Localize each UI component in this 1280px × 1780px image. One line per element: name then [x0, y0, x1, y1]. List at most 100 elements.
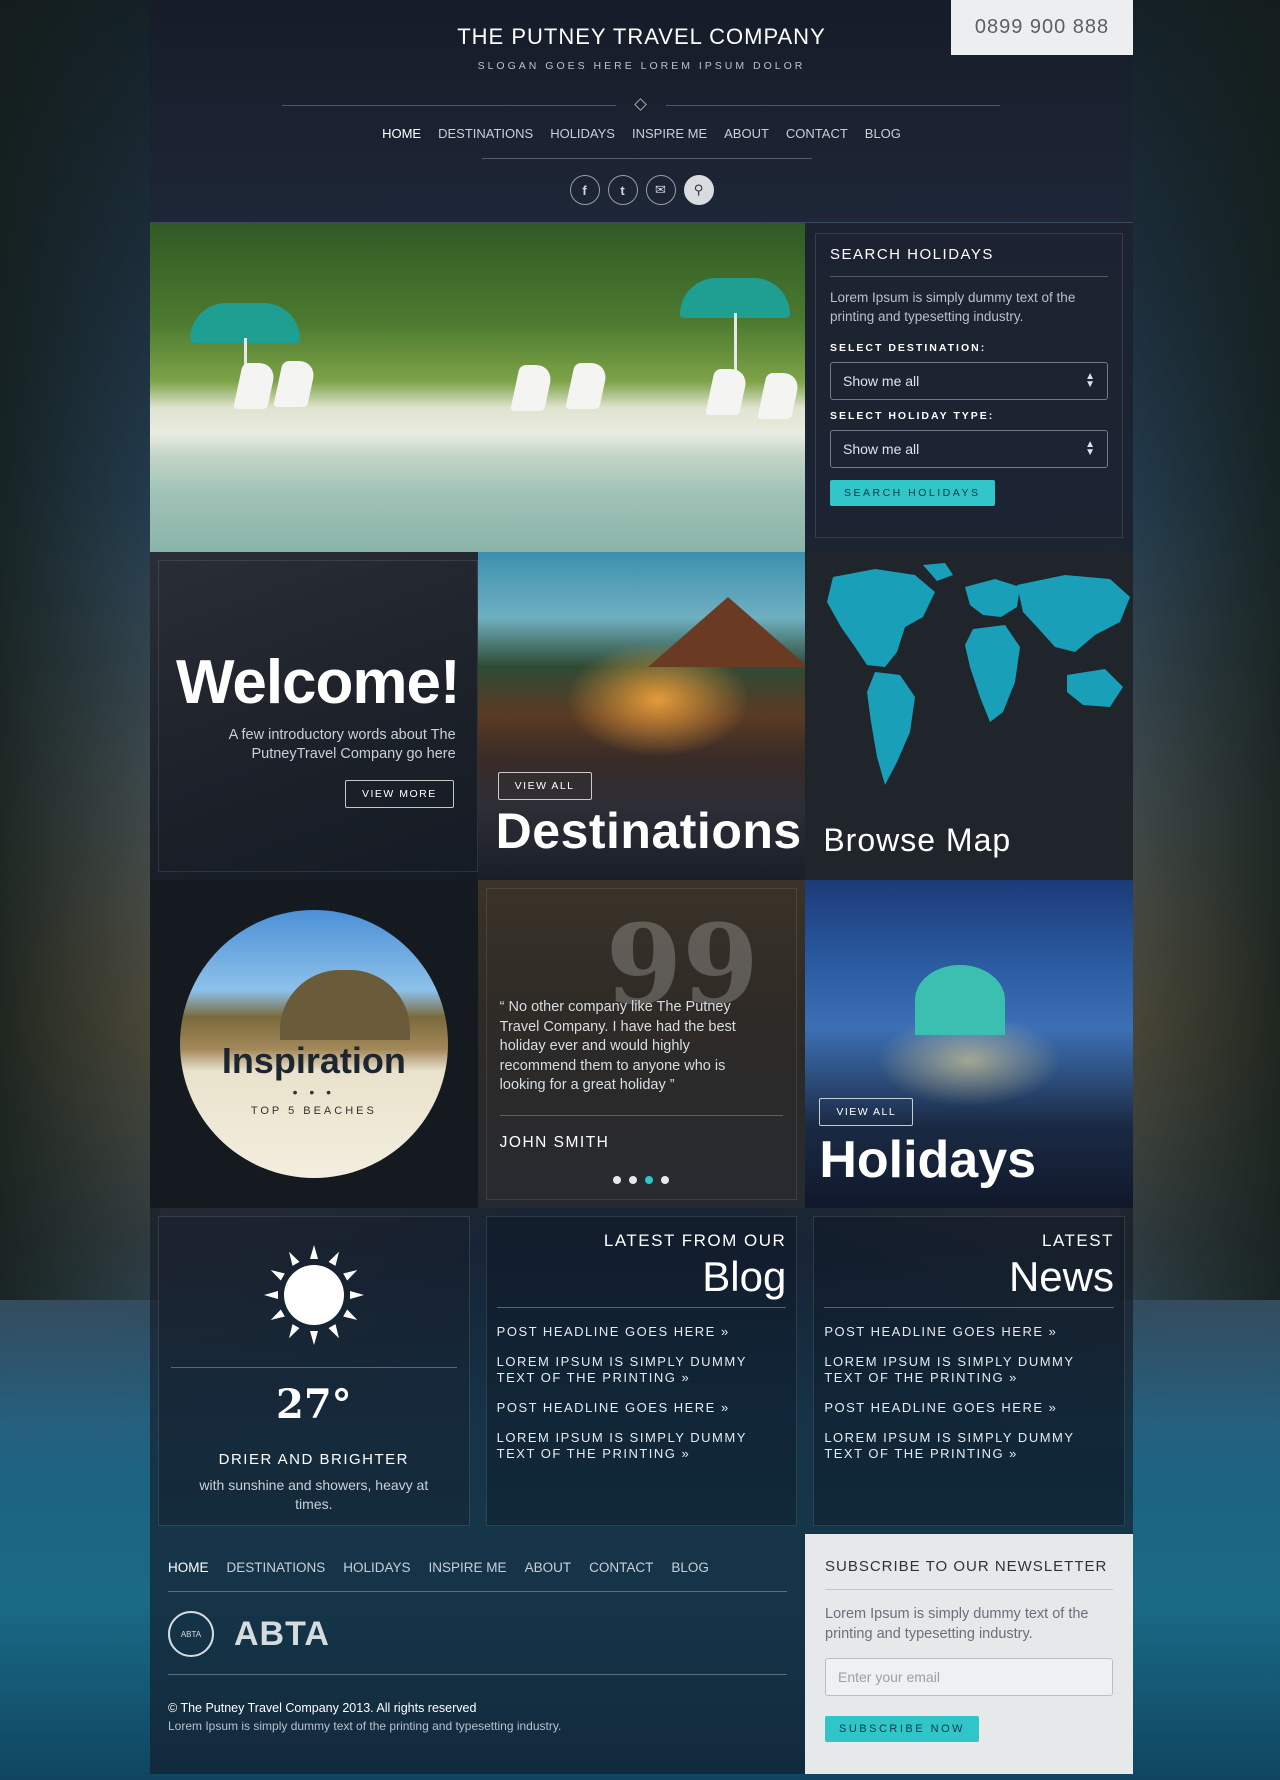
site-header: THE PUTNEY TRAVEL COMPANY SLOGAN GOES HE… — [150, 0, 1133, 222]
browse-map-tile[interactable]: Browse Map — [805, 552, 1133, 880]
welcome-title: Welcome! — [175, 648, 461, 717]
holidays-view-all-button[interactable]: VIEW ALL — [819, 1098, 914, 1126]
testimonial-divider — [499, 1115, 784, 1116]
copyright: © The Putney Travel Company 2013. All ri… — [168, 1701, 477, 1715]
holidays-title: Holidays — [819, 1131, 1037, 1189]
browse-map-title: Browse Map — [823, 822, 1012, 858]
nav-home[interactable]: HOME — [382, 126, 421, 141]
background-palm-left — [0, 0, 160, 1300]
inspiration-subtitle: TOP 5 BEACHES — [250, 1105, 377, 1117]
news-post-link[interactable]: LOREM IPSUM IS SIMPLY DUMMY TEXT OF THE … — [824, 1430, 1114, 1462]
slide-dot[interactable] — [613, 1176, 622, 1184]
news-title[interactable]: News — [824, 1253, 1114, 1301]
hero-section: SEARCH HOLIDAYS Lorem Ipsum is simply du… — [150, 222, 1133, 553]
holiday-type-value: Show me all — [843, 441, 920, 457]
destinations-view-all-button[interactable]: VIEW ALL — [497, 772, 592, 800]
slide-dot-active[interactable] — [645, 1176, 654, 1184]
news-divider — [824, 1307, 1114, 1308]
beach-chair — [565, 363, 609, 409]
subscribe-button[interactable]: SUBSCRIBE NOW — [825, 1716, 980, 1742]
newsletter-title: SUBSCRIBE TO OUR NEWSLETTER — [825, 1558, 1113, 1590]
nav-holidays[interactable]: HOLIDAYS — [550, 126, 615, 141]
footer-nav-blog[interactable]: BLOG — [671, 1560, 709, 1575]
phone-number[interactable]: 0899 900 888 — [951, 0, 1133, 55]
header-divider-right — [666, 105, 1000, 106]
newsletter-email-input[interactable]: Enter your email — [825, 1658, 1113, 1696]
inspiration-tile[interactable]: Inspiration • • • TOP 5 BEACHES — [150, 880, 478, 1208]
inspiration-title: Inspiration — [221, 1040, 406, 1081]
beach-hut-shape — [280, 970, 410, 1040]
holiday-type-label: SELECT HOLIDAY TYPE: — [830, 410, 995, 422]
newsletter-description: Lorem Ipsum is simply dummy text of the … — [825, 1606, 1089, 1642]
sun-icon — [264, 1245, 364, 1345]
header-diamond-ornament — [634, 98, 647, 111]
site-slogan: SLOGAN GOES HERE LOREM IPSUM DOLOR — [477, 60, 806, 72]
mosque-dome-shape — [915, 965, 1006, 1035]
site-footer: HOME DESTINATIONS HOLIDAYS INSPIRE ME AB… — [150, 1534, 1133, 1774]
holidays-tile[interactable]: VIEW ALL Holidays — [805, 880, 1133, 1208]
blog-post-link[interactable]: LOREM IPSUM IS SIMPLY DUMMY TEXT OF THE … — [497, 1430, 787, 1462]
footer-main: HOME DESTINATIONS HOLIDAYS INSPIRE ME AB… — [150, 1534, 805, 1774]
accreditation-logos: ABTA ABTA — [168, 1610, 787, 1658]
news-post-link[interactable]: POST HEADLINE GOES HERE » — [824, 1324, 1114, 1340]
blog-feed: LATEST FROM OUR Blog POST HEADLINE GOES … — [485, 1216, 798, 1526]
search-icon[interactable]: ⚲ — [683, 175, 714, 205]
world-map-icon — [827, 563, 1131, 785]
nav-blog[interactable]: BLOG — [865, 126, 901, 141]
select-arrows-icon: ▲ ▼ — [1085, 439, 1095, 458]
newsletter-panel: SUBSCRIBE TO OUR NEWSLETTER Lorem Ipsum … — [805, 1534, 1133, 1774]
search-holidays-panel: SEARCH HOLIDAYS Lorem Ipsum is simply du… — [805, 223, 1133, 553]
testimonial-pagination — [478, 1176, 806, 1184]
blog-divider — [496, 1307, 787, 1308]
search-holidays-button[interactable]: SEARCH HOLIDAYS — [830, 480, 995, 506]
slide-dot[interactable] — [661, 1176, 670, 1184]
blog-kicker: LATEST FROM OUR — [603, 1231, 787, 1250]
news-post-link[interactable]: LOREM IPSUM IS SIMPLY DUMMY TEXT OF THE … — [824, 1354, 1114, 1386]
slide-dot[interactable] — [629, 1176, 638, 1184]
blog-list: POST HEADLINE GOES HERE » LOREM IPSUM IS… — [497, 1324, 787, 1462]
page-container: THE PUTNEY TRAVEL COMPANY SLOGAN GOES HE… — [150, 0, 1133, 1780]
news-list: POST HEADLINE GOES HERE » LOREM IPSUM IS… — [824, 1324, 1114, 1462]
select-arrows-icon: ▲ ▼ — [1085, 371, 1095, 390]
weather-divider — [171, 1367, 457, 1368]
beach-chair — [233, 363, 277, 409]
footer-nav: HOME DESTINATIONS HOLIDAYS INSPIRE ME AB… — [168, 1560, 787, 1575]
header-divider-left — [282, 105, 616, 106]
abta-protected-seal-icon: ABTA — [168, 1611, 214, 1657]
blog-post-link[interactable]: POST HEADLINE GOES HERE » — [497, 1400, 787, 1416]
facebook-icon[interactable]: f — [569, 175, 600, 205]
footer-nav-contact[interactable]: CONTACT — [589, 1560, 653, 1575]
welcome-tile: Welcome! A few introductory words about … — [150, 552, 478, 880]
nav-inspire-me[interactable]: INSPIRE ME — [632, 126, 707, 141]
destinations-tile[interactable]: VIEW ALL Destinations — [477, 552, 806, 880]
destination-select[interactable]: Show me all ▲ ▼ — [830, 362, 1108, 400]
main-nav: HOME DESTINATIONS HOLIDAYS INSPIRE ME AB… — [150, 126, 1133, 141]
hero-beach-image — [150, 223, 805, 553]
twitter-icon[interactable]: t — [607, 175, 638, 205]
news-post-link[interactable]: POST HEADLINE GOES HERE » — [824, 1400, 1114, 1416]
nav-about[interactable]: ABOUT — [724, 126, 769, 141]
beach-chair — [510, 365, 554, 411]
footer-nav-about[interactable]: ABOUT — [525, 1560, 572, 1575]
holiday-type-select[interactable]: Show me all ▲ ▼ — [830, 430, 1108, 468]
info-row: 27° DRIER AND BRIGHTER with sunshine and… — [150, 1208, 1133, 1534]
nav-contact[interactable]: CONTACT — [786, 126, 848, 141]
search-description: Lorem Ipsum is simply dummy text of the … — [830, 290, 1076, 324]
blog-post-link[interactable]: POST HEADLINE GOES HERE » — [497, 1324, 787, 1340]
search-title: SEARCH HOLIDAYS — [830, 246, 1108, 277]
footer-nav-inspire-me[interactable]: INSPIRE ME — [429, 1560, 507, 1575]
blog-post-link[interactable]: LOREM IPSUM IS SIMPLY DUMMY TEXT OF THE … — [497, 1354, 787, 1386]
beach-chair — [705, 369, 749, 415]
nav-destinations[interactable]: DESTINATIONS — [438, 126, 533, 141]
weather-temperature: 27° — [275, 1381, 352, 1428]
footer-nav-home[interactable]: HOME — [168, 1560, 209, 1575]
footer-nav-destinations[interactable]: DESTINATIONS — [227, 1560, 326, 1575]
destinations-title: Destinations — [495, 803, 802, 859]
view-more-button[interactable]: VIEW MORE — [345, 780, 454, 808]
weather-title: DRIER AND BRIGHTER — [218, 1451, 409, 1468]
news-kicker: LATEST — [1041, 1231, 1114, 1250]
footer-nav-holidays[interactable]: HOLIDAYS — [343, 1560, 410, 1575]
blog-title[interactable]: Blog — [497, 1253, 786, 1301]
email-icon[interactable]: ✉ — [645, 175, 676, 205]
footer-divider — [168, 1674, 787, 1675]
